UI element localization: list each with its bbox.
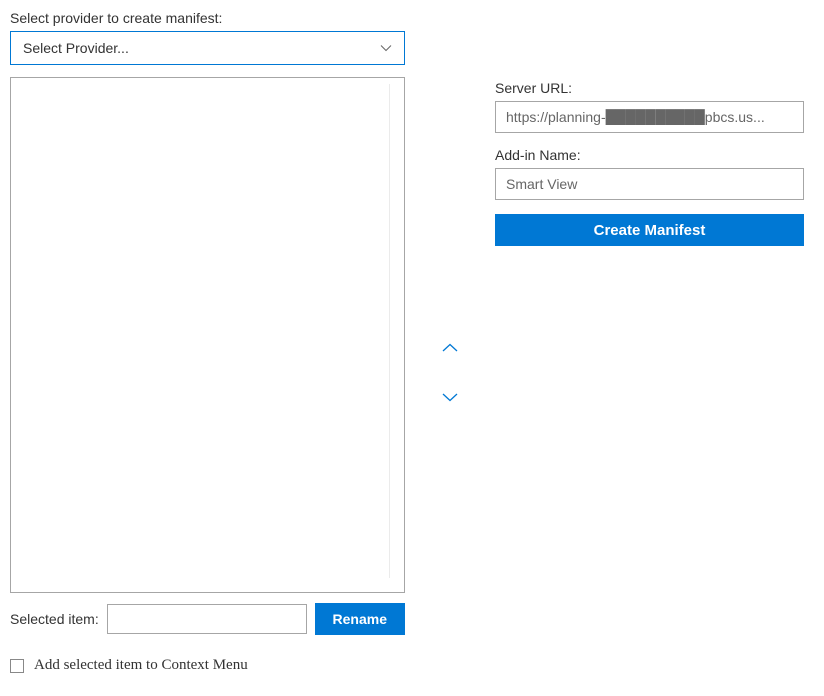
chevron-down-icon — [380, 42, 392, 54]
provider-dropdown[interactable]: Select Provider... — [10, 31, 405, 65]
rename-button[interactable]: Rename — [315, 603, 405, 635]
create-manifest-button[interactable]: Create Manifest — [495, 214, 804, 246]
provider-dropdown-text: Select Provider... — [23, 40, 129, 56]
items-listbox[interactable] — [10, 77, 405, 593]
server-url-input[interactable] — [495, 101, 804, 133]
addin-name-input[interactable] — [495, 168, 804, 200]
addin-name-label: Add-in Name: — [495, 147, 804, 163]
context-menu-checkbox[interactable] — [10, 659, 24, 673]
selected-item-input[interactable] — [107, 604, 307, 634]
server-url-label: Server URL: — [495, 80, 804, 96]
provider-label: Select provider to create manifest: — [10, 10, 405, 26]
selected-item-label: Selected item: — [10, 611, 99, 627]
context-menu-checkbox-label: Add selected item to Context Menu — [34, 657, 248, 674]
move-down-button[interactable] — [438, 385, 462, 409]
move-up-button[interactable] — [438, 336, 462, 360]
